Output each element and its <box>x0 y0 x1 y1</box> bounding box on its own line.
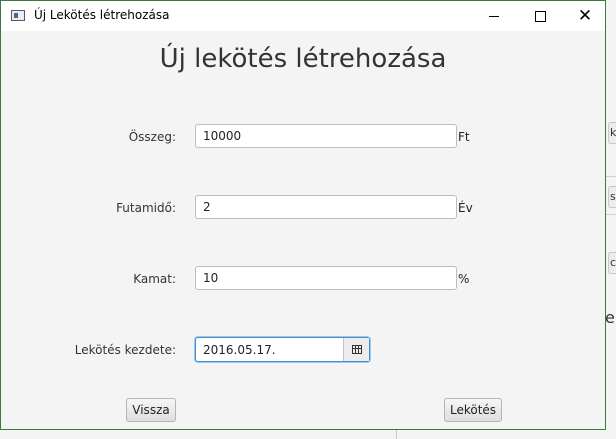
background-divider <box>606 214 616 215</box>
page-title: Új lekötés létrehozása <box>159 44 447 74</box>
start-date-input[interactable]: 2016.05.17. <box>203 343 276 357</box>
interest-input[interactable]: 10 <box>195 266 457 290</box>
app-window-icon <box>11 10 25 21</box>
back-button[interactable]: Vissza <box>126 398 176 422</box>
calendar-icon <box>351 345 362 354</box>
close-icon: ✕ <box>577 5 593 26</box>
window-title: Új Lekötés létrehozása <box>34 8 170 22</box>
background-button-fragment: k <box>608 122 616 144</box>
amount-input[interactable]: 10000 <box>195 124 457 148</box>
interest-label: Kamat: <box>133 272 176 286</box>
background-button-fragment: ci <box>608 252 616 274</box>
maximize-button[interactable] <box>517 1 563 31</box>
maximize-icon <box>534 10 546 22</box>
term-input[interactable]: 2 <box>195 195 457 219</box>
title-bar[interactable]: Új Lekötés létrehozása ✕ <box>1 1 605 31</box>
background-text-fragment: e <box>605 308 615 327</box>
background-divider <box>606 176 616 177</box>
background-window-bottom <box>0 430 616 439</box>
background-divider <box>396 430 397 439</box>
minimize-button[interactable] <box>471 1 517 31</box>
close-button[interactable]: ✕ <box>562 1 608 31</box>
interest-unit: % <box>458 272 470 286</box>
minimize-icon <box>489 15 499 17</box>
amount-label: Összeg: <box>128 130 176 144</box>
term-unit: Év <box>458 201 473 215</box>
calendar-button[interactable] <box>343 338 369 361</box>
term-label: Futamidő: <box>116 201 176 215</box>
start-date-label: Lekötés kezdete: <box>74 343 176 357</box>
submit-button[interactable]: Lekötés <box>444 398 502 422</box>
amount-unit: Ft <box>458 130 470 144</box>
start-date-picker[interactable]: 2016.05.17. <box>195 337 370 362</box>
new-deposit-dialog: Új Lekötés létrehozása ✕ Új lekötés létr… <box>0 0 606 430</box>
background-button-fragment: s <box>608 186 616 208</box>
background-window-edge <box>606 0 616 439</box>
